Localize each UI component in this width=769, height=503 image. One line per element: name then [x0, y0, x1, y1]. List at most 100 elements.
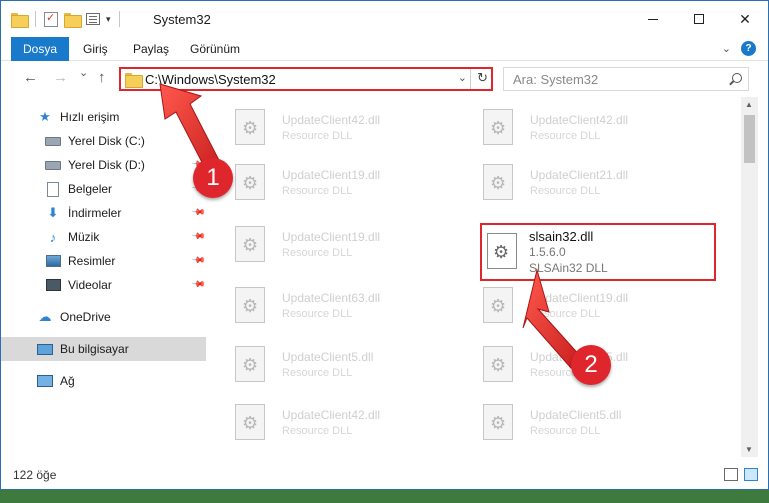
highlighted-file-item[interactable]: slsain32.dll 1.5.6.0 SLSAin32 DLL: [480, 223, 716, 281]
view-toggle: [724, 468, 758, 481]
file-type: Resource DLL: [282, 185, 353, 197]
sidebar-item-local-disk-d[interactable]: Yerel Disk (D:) 📌: [1, 153, 206, 177]
file-item[interactable]: UpdateClient42.dll Resource DLL: [225, 105, 465, 151]
minimize-button[interactable]: [630, 1, 676, 37]
dll-file-icon: [235, 404, 265, 440]
folder-icon: [125, 73, 143, 88]
file-type: Resource DLL: [530, 425, 601, 437]
file-type: Resource DLL: [282, 308, 353, 320]
sidebar-item-videos[interactable]: Videolar 📌: [1, 273, 206, 297]
sidebar-item-documents[interactable]: Belgeler 📌: [1, 177, 206, 201]
file-item[interactable]: UpdateClient63.dll Resource DLL: [225, 283, 465, 329]
help-icon[interactable]: ?: [741, 41, 756, 56]
music-icon: ♪: [49, 229, 57, 245]
file-type: Resource DLL: [282, 247, 353, 259]
sidebar-item-label: Belgeler: [68, 182, 113, 196]
sidebar-item-label: Bu bilgisayar: [60, 342, 129, 356]
item-count: 122 öğe: [13, 468, 57, 482]
sidebar-item-label: Hızlı erişim: [60, 110, 120, 124]
sidebar-item-network[interactable]: Ağ: [1, 369, 206, 393]
address-path[interactable]: C:\Windows\System32: [145, 72, 276, 87]
sidebar-item-label: İndirmeler: [68, 206, 122, 220]
dll-file-icon: [483, 404, 513, 440]
view-icon[interactable]: [86, 13, 100, 25]
address-bar[interactable]: C:\Windows\System32 ⌄ ↻: [119, 67, 493, 91]
dll-file-icon: [487, 233, 517, 269]
file-description: SLSAin32 DLL: [529, 261, 608, 275]
large-icons-view-icon[interactable]: [744, 468, 758, 481]
close-button[interactable]: ✕: [722, 1, 768, 37]
file-type: Resource DLL: [282, 130, 353, 142]
search-box[interactable]: Ara: System32: [503, 67, 749, 91]
tab-share[interactable]: Paylaş: [133, 37, 169, 61]
pin-icon[interactable]: 📌: [191, 277, 206, 293]
file-name: slsain32.dll: [529, 229, 594, 244]
expand-ribbon-icon[interactable]: ⌄: [722, 42, 731, 55]
quick-access-toolbar: ▾: [11, 11, 122, 28]
tab-file[interactable]: Dosya: [11, 37, 69, 61]
pin-icon[interactable]: 📌: [191, 229, 206, 245]
dll-file-icon: [235, 164, 265, 200]
tab-view[interactable]: Görünüm: [190, 37, 240, 61]
customize-toolbar-icon[interactable]: ▾: [106, 14, 111, 25]
title-bar: ▾ System32 ✕: [1, 1, 768, 37]
file-item[interactable]: UpdateClient42.dll Resource DLL: [225, 400, 465, 446]
pictures-icon: [45, 253, 61, 269]
sidebar-item-this-pc[interactable]: Bu bilgisayar: [1, 337, 206, 361]
pin-icon[interactable]: 📌: [191, 205, 206, 221]
sidebar-item-local-disk-c[interactable]: Yerel Disk (C:) 📌: [1, 129, 206, 153]
sidebar-item-pictures[interactable]: Resimler 📌: [1, 249, 206, 273]
chevron-down-icon[interactable]: ⌄: [458, 71, 467, 84]
file-name: UpdateClient21.dll: [530, 168, 629, 182]
file-item[interactable]: UpdateClient5.dll Resource DLL: [473, 400, 713, 446]
toolbar-separator: [118, 11, 120, 27]
forward-button[interactable]: →: [53, 69, 68, 86]
scroll-up-icon[interactable]: ▲: [745, 100, 753, 109]
close-icon: ✕: [739, 10, 751, 27]
dll-file-icon: [235, 287, 265, 323]
back-button[interactable]: ←: [23, 69, 38, 86]
file-name: UpdateClient19.dll: [282, 230, 381, 244]
vertical-scrollbar[interactable]: ▲ ▼: [741, 97, 758, 457]
file-type: Resource DLL: [282, 425, 353, 437]
search-icon[interactable]: [732, 73, 742, 83]
file-name: UpdateClient42.dll: [282, 113, 381, 127]
sidebar-item-onedrive[interactable]: ☁ OneDrive: [1, 305, 206, 329]
dll-file-icon: [235, 109, 265, 145]
search-placeholder[interactable]: Ara: System32: [513, 72, 598, 87]
file-type: Resource DLL: [530, 185, 601, 197]
step-one-badge: 1: [193, 158, 233, 198]
tab-home[interactable]: Giriş: [83, 37, 108, 61]
recent-locations-button[interactable]: ⌄: [79, 66, 88, 79]
navigation-pane: ★ Hızlı erişim Yerel Disk (C:) 📌 Yerel D…: [1, 97, 213, 457]
sidebar-item-music[interactable]: ♪ Müzik 📌: [1, 225, 207, 249]
video-icon: [45, 277, 61, 293]
sidebar-item-quick-access[interactable]: ★ Hızlı erişim: [1, 105, 206, 129]
details-view-icon[interactable]: [724, 468, 738, 481]
scroll-down-icon[interactable]: ▼: [745, 445, 753, 454]
file-name: UpdateClient19.dll: [282, 168, 381, 182]
file-item[interactable]: UpdateClient5.dll Resource DLL: [225, 342, 465, 388]
file-item[interactable]: UpdateClient19.dll Resource DLL: [473, 283, 713, 329]
maximize-button[interactable]: [676, 1, 722, 37]
sidebar-item-label: OneDrive: [60, 310, 111, 324]
up-button[interactable]: ↑: [98, 69, 106, 86]
ribbon-right-controls: ⌄ ?: [722, 41, 756, 56]
properties-icon[interactable]: [44, 11, 58, 27]
pin-icon[interactable]: 📌: [191, 133, 206, 149]
minimize-icon: [648, 18, 658, 20]
refresh-icon[interactable]: ↻: [477, 70, 488, 86]
new-folder-icon[interactable]: [64, 12, 82, 28]
window-controls: ✕: [630, 1, 768, 37]
file-item[interactable]: UpdateClient21.dll Resource DLL: [473, 160, 713, 206]
scrollbar-thumb[interactable]: [744, 115, 755, 163]
sidebar-item-downloads[interactable]: ⬇ İndirmeler 📌: [1, 201, 207, 225]
file-item[interactable]: UpdateClient42.dll Resource DLL: [473, 105, 713, 151]
file-item[interactable]: UpdateClient19.dll Resource DLL: [225, 222, 465, 268]
disk-icon: [45, 157, 61, 173]
file-name: UpdateClient42.dll: [530, 113, 629, 127]
file-item[interactable]: UpdateClient19.dll Resource DLL: [225, 160, 465, 206]
pin-icon[interactable]: 📌: [191, 253, 206, 269]
file-name: UpdateClient63.dll: [282, 291, 381, 305]
sidebar-item-label: Ağ: [60, 374, 75, 388]
